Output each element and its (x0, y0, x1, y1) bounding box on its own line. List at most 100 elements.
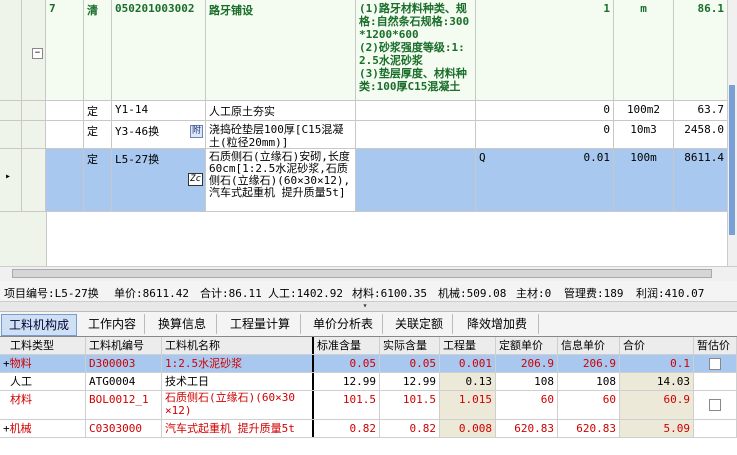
resource-name[interactable]: 技术工日 (162, 373, 314, 390)
row-features: (1)路牙材料种类、规格:自然条石规格:300*1200*600 (2)砂浆强度… (359, 2, 470, 93)
tab-work-content[interactable]: 工作内容 (80, 314, 145, 334)
tab-conversion[interactable]: 换算信息 (148, 314, 217, 334)
actual-content[interactable]: 0.82 (380, 420, 440, 437)
estimate-checkbox[interactable] (709, 358, 721, 370)
amount: 5.09 (620, 420, 694, 437)
amount: 14.03 (620, 373, 694, 390)
amount: 0.1 (620, 355, 694, 372)
panel-splitter[interactable]: ▾ (0, 302, 737, 312)
row-type: 清 (87, 4, 98, 17)
resource-code[interactable]: C0303000 (86, 420, 162, 437)
resource-name[interactable]: 石质侧石(立缘石)(60×30 ×12) (162, 391, 314, 419)
info-price[interactable]: 60 (558, 391, 620, 419)
resource-grid: 工料类型 工料机编号 工料机名称 标准含量 实际含量 工程量 定额单价 信息单价… (0, 337, 737, 455)
resource-name[interactable]: 汽车式起重机 提升质量5t (162, 420, 314, 437)
col-header[interactable]: 定额单价 (496, 337, 558, 354)
resource-type: 人工 (10, 375, 32, 388)
col-header[interactable]: 标准含量 (314, 337, 380, 354)
estimate-checkbox[interactable] (709, 399, 721, 411)
col-header[interactable]: 合价 (620, 337, 694, 354)
main-material-badge-icon[interactable]: Zc (188, 173, 203, 186)
row-expand-mark[interactable]: + (3, 357, 10, 370)
resource-row[interactable]: 材料 BOL0012_1 石质侧石(立缘石)(60×30 ×12) 101.5 … (0, 391, 737, 420)
std-content: 0.05 (314, 355, 380, 372)
row-name: 路牙铺设 (209, 4, 253, 17)
row-price: 8611.4 (684, 151, 724, 164)
row-indicator (0, 121, 22, 148)
bill-row[interactable]: 定 Y1-14 人工原土夯实 0 100m2 63.7 (0, 101, 728, 121)
tab-related-norms[interactable]: 关联定额 (386, 314, 453, 334)
row-indicator (0, 101, 22, 120)
row-unit: 100m2 (626, 103, 661, 116)
vertical-scrollbar[interactable] (727, 0, 737, 266)
norm-price: 206.9 (496, 355, 558, 372)
row-qty: 0 (603, 103, 610, 116)
main-material-cost: 主材:0 (516, 287, 552, 300)
resource-code[interactable]: ATG0004 (86, 373, 162, 390)
tab-efficiency-fee[interactable]: 降效增加费 (456, 314, 539, 334)
actual-content[interactable]: 0.05 (380, 355, 440, 372)
row-unit: 100m (630, 151, 657, 164)
row-name: 人工原土夯实 (209, 105, 275, 118)
resource-row[interactable]: +机械 C0303000 汽车式起重机 提升质量5t 0.82 0.82 0.0… (0, 420, 737, 438)
scroll-thumb[interactable] (729, 85, 735, 235)
row-qty: 1 (603, 2, 610, 15)
summary-bar: 项目编号:L5-27换 单价:8611.42 合计:86.11 人工:1402.… (0, 281, 737, 302)
attach-badge-icon[interactable]: 附 (189, 125, 203, 138)
row-price: 63.7 (697, 103, 725, 116)
resource-code[interactable]: D300003 (86, 355, 162, 372)
total: 合计:86.11 (200, 287, 262, 300)
row-type: 定 (87, 153, 98, 166)
collapse-icon[interactable]: − (32, 48, 43, 59)
col-header[interactable]: 工料机名称 (162, 337, 314, 354)
resource-name[interactable]: 1:2.5水泥砂浆 (162, 355, 314, 372)
col-header[interactable]: 实际含量 (380, 337, 440, 354)
item-code: 项目编号:L5-27换 (4, 287, 99, 300)
row-code: L5-27换 (115, 153, 160, 166)
col-header[interactable]: 工程量 (440, 337, 496, 354)
horizontal-scrollbar[interactable] (0, 266, 737, 281)
col-header[interactable]: 暂估价 (694, 337, 737, 354)
collapse-arrow-icon[interactable]: ▾ (352, 302, 378, 310)
amount: 60.9 (620, 391, 694, 419)
actual-content[interactable]: 101.5 (380, 391, 440, 419)
norm-price: 108 (496, 373, 558, 390)
tab-quantity-calc[interactable]: 工程量计算 (220, 314, 301, 334)
row-name: 浇捣砼垫层100厚[C15混凝土(粒径20mm)] (209, 123, 344, 148)
col-header[interactable]: 工料类型 (0, 337, 86, 354)
row-qty: 0.01 (583, 151, 611, 164)
row-unit: m (640, 2, 647, 15)
row-code: 050201003002 (115, 2, 195, 15)
row-expand-mark[interactable]: + (3, 422, 10, 435)
resource-code[interactable]: BOL0012_1 (86, 391, 162, 419)
management-fee: 管理费:189 (564, 287, 624, 300)
std-content: 12.99 (314, 373, 380, 390)
info-price[interactable]: 108 (558, 373, 620, 390)
bill-row-selected[interactable]: ▸ 定 L5-27换 Zc 石质侧石(立缘石)安砌,长度60cm[1:2.5水泥… (0, 149, 728, 212)
col-header[interactable]: 工料机编号 (86, 337, 162, 354)
col-header[interactable]: 信息单价 (558, 337, 620, 354)
quantity: 0.13 (440, 373, 496, 390)
current-row-arrow-icon: ▸ (5, 171, 12, 182)
resource-row[interactable]: +物料 D300003 1:2.5水泥砂浆 0.05 0.05 0.001 20… (0, 355, 737, 373)
info-price[interactable]: 620.83 (558, 420, 620, 437)
bill-row[interactable]: 定 Y3-46换 附 浇捣砼垫层100厚[C15混凝土(粒径20mm)] 0 1… (0, 121, 728, 149)
bill-row[interactable]: − 7 清 050201003002 路牙铺设 (1)路牙材料种类、规格:自然条… (0, 0, 728, 101)
material-cost: 材料:6100.35 (352, 287, 427, 300)
scroll-thumb[interactable] (12, 269, 712, 278)
detail-tabs: 工料机构成 工作内容 换算信息 工程量计算 单价分析表 关联定额 降效增加费 (0, 312, 737, 337)
std-content: 0.82 (314, 420, 380, 437)
row-price: 2458.0 (684, 123, 724, 136)
collapse-cell[interactable]: − (22, 0, 46, 100)
actual-content[interactable]: 12.99 (380, 373, 440, 390)
quantity: 0.008 (440, 420, 496, 437)
row-indicator (0, 0, 22, 100)
machine-cost: 机械:509.08 (438, 287, 507, 300)
quantity: 1.015 (440, 391, 496, 419)
grid-header: 工料类型 工料机编号 工料机名称 标准含量 实际含量 工程量 定额单价 信息单价… (0, 337, 737, 355)
norm-price: 60 (496, 391, 558, 419)
info-price[interactable]: 206.9 (558, 355, 620, 372)
resource-row[interactable]: 人工 ATG0004 技术工日 12.99 12.99 0.13 108 108… (0, 373, 737, 391)
tab-composition[interactable]: 工料机构成 (1, 314, 77, 336)
tab-unit-price-analysis[interactable]: 单价分析表 (304, 314, 383, 334)
